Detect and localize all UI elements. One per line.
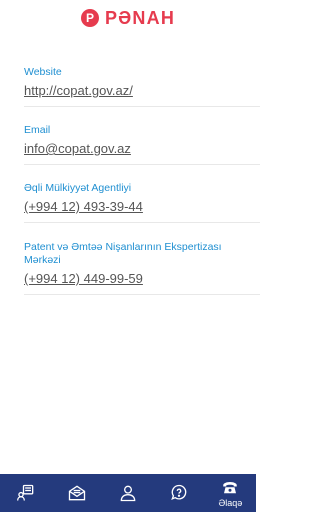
patent-center-phone-link[interactable]: (+994 12) 449-99-59 bbox=[24, 271, 260, 286]
divider bbox=[24, 164, 260, 165]
nav-profile[interactable] bbox=[107, 474, 149, 512]
nav-help[interactable] bbox=[158, 474, 200, 512]
website-link[interactable]: http://copat.gov.az/ bbox=[24, 83, 260, 98]
contact-label: Patent və Əmtəə Nişanlarının Ekspertizas… bbox=[24, 241, 222, 266]
contact-label: Email bbox=[24, 124, 51, 136]
contact-label: Website bbox=[24, 66, 62, 78]
divider bbox=[24, 222, 260, 223]
divider bbox=[24, 106, 260, 107]
bottom-navigation: Əlaqə bbox=[0, 474, 256, 512]
contact-website: Website http://copat.gov.az/ bbox=[24, 66, 260, 107]
nav-mail[interactable] bbox=[56, 474, 98, 512]
app-header: P PƏNAH bbox=[0, 0, 256, 36]
email-link[interactable]: info@copat.gov.az bbox=[24, 141, 260, 156]
divider bbox=[24, 294, 260, 295]
nav-chat-list[interactable] bbox=[5, 474, 47, 512]
contact-agency: Əqli Mülkiyyət Agentliyi (+994 12) 493-3… bbox=[24, 182, 260, 223]
chat-list-icon bbox=[16, 484, 33, 501]
nav-contact-label: Əlaqə bbox=[218, 497, 243, 508]
contact-patent-center: Patent və Əmtəə Nişanlarının Ekspertizas… bbox=[24, 241, 260, 295]
contact-label: Əqli Mülkiyyət Agentliyi bbox=[24, 182, 132, 194]
app-logo-text: PƏNAH bbox=[104, 7, 176, 28]
nav-contact[interactable]: Əlaqə bbox=[209, 474, 251, 512]
agency-phone-link[interactable]: (+994 12) 493-39-44 bbox=[24, 199, 260, 214]
person-icon bbox=[120, 485, 136, 502]
phone-icon bbox=[223, 481, 238, 493]
logo-badge: P bbox=[80, 9, 99, 27]
help-chat-icon bbox=[171, 484, 187, 501]
contact-email: Email info@copat.gov.az bbox=[24, 124, 260, 165]
mail-icon bbox=[68, 485, 85, 501]
